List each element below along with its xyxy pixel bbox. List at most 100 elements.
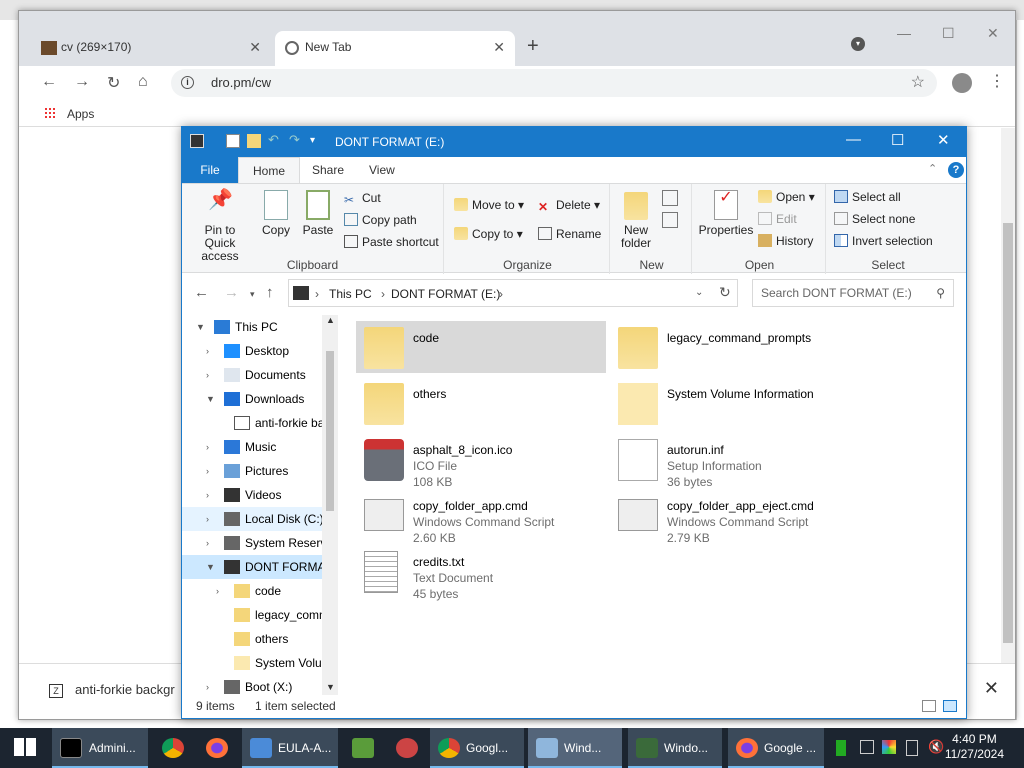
clock[interactable]: 4:40 PM 11/27/2024 xyxy=(945,732,1004,762)
select-all-button[interactable]: Select all xyxy=(834,190,901,204)
taskbar-app-paint[interactable] xyxy=(386,728,428,768)
close-icon[interactable]: ✕ xyxy=(937,131,950,149)
taskbar-app-green[interactable] xyxy=(342,728,384,768)
minimize-icon[interactable]: — xyxy=(897,25,911,41)
recent-locations-icon[interactable]: ▾ xyxy=(250,289,255,300)
forward-icon[interactable]: → xyxy=(224,284,239,301)
invert-selection-button[interactable]: Invert selection xyxy=(834,234,933,248)
navigation-pane-scrollbar[interactable]: ▲ ▼ xyxy=(322,315,338,695)
taskbar-eula[interactable]: EULA-A... xyxy=(242,728,338,768)
properties-button[interactable]: ✓ Properties xyxy=(698,190,754,237)
file-item[interactable]: asphalt_8_icon.ico ICO File 108 KB xyxy=(356,433,606,489)
taskbar-windows-explorer[interactable]: Wind... xyxy=(528,728,622,768)
customize-qa-icon[interactable]: ▾ xyxy=(310,135,324,149)
easy-access-icon[interactable] xyxy=(662,212,678,228)
forward-icon[interactable]: → xyxy=(74,73,90,91)
tab-view[interactable]: View xyxy=(355,157,409,183)
file-item[interactable]: autorun.inf Setup Information 36 bytes xyxy=(610,433,860,489)
browser-menu-icon[interactable]: ⋮ xyxy=(989,71,1005,91)
start-button[interactable] xyxy=(0,728,48,768)
file-item[interactable]: others xyxy=(356,377,606,429)
scrollbar-thumb[interactable] xyxy=(326,351,334,511)
reload-icon[interactable]: ↻ xyxy=(107,73,120,93)
file-item[interactable]: code xyxy=(356,321,606,373)
file-item[interactable]: System Volume Information xyxy=(610,377,860,429)
download-shelf-close-icon[interactable]: ✕ xyxy=(984,678,999,699)
pin-quick-access-button[interactable]: 📌 Pin to Quick access xyxy=(188,190,252,263)
delete-button[interactable]: ✕ Delete ▾ xyxy=(538,198,600,214)
tree-item[interactable]: › Music xyxy=(182,435,322,459)
open-button[interactable]: Open ▾ xyxy=(758,190,815,204)
profile-avatar-icon[interactable] xyxy=(952,73,972,93)
taskbar-admin-cmd[interactable]: Admini... xyxy=(52,728,148,768)
address-bar[interactable]: › This PC › DONT FORMAT (E:) › ⌄ ↻ xyxy=(288,279,738,307)
collapsed-chevron-icon[interactable]: › xyxy=(206,363,209,387)
collapsed-chevron-icon[interactable]: › xyxy=(206,483,209,507)
tree-item[interactable]: › Documents xyxy=(182,363,322,387)
tab-close-icon[interactable]: ✕ xyxy=(493,31,505,64)
tree-item[interactable]: › Boot (X:) xyxy=(182,675,322,695)
browser-tab-new-tab[interactable]: New Tab ✕ xyxy=(275,31,515,66)
browser-scrollbar[interactable] xyxy=(1001,128,1015,663)
collapsed-chevron-icon[interactable]: › xyxy=(206,459,209,483)
collapsed-chevron-icon[interactable]: › xyxy=(206,531,209,555)
tree-item[interactable]: ▼ This PC xyxy=(182,315,322,339)
rename-button[interactable]: Rename xyxy=(538,227,601,241)
tray-color-icon[interactable] xyxy=(882,740,896,754)
taskbar-windows-setup[interactable]: Windo... xyxy=(628,728,722,768)
collapsed-chevron-icon[interactable]: › xyxy=(206,675,209,695)
tab-search-icon[interactable]: ▾ xyxy=(851,37,865,51)
edit-button[interactable]: Edit xyxy=(758,212,797,226)
address-dropdown-icon[interactable]: ⌄ xyxy=(695,287,703,298)
volume-muted-icon[interactable]: 🔇 xyxy=(928,739,944,755)
expanded-chevron-icon[interactable]: ▼ xyxy=(206,555,215,579)
tray-app-icon[interactable] xyxy=(836,740,846,756)
copy-button[interactable]: Copy xyxy=(258,190,294,237)
move-to-button[interactable]: Move to ▾ xyxy=(454,198,524,212)
minimize-icon[interactable]: — xyxy=(846,131,861,148)
scroll-down-icon[interactable]: ▼ xyxy=(326,682,335,692)
tree-item[interactable]: › Local Disk (C:) xyxy=(182,507,322,531)
browser-tab-cv[interactable]: cv (269×170) ✕ xyxy=(31,31,271,66)
file-item[interactable]: copy_folder_app_eject.cmd Windows Command… xyxy=(610,489,860,545)
tree-item[interactable]: ▼ Downloads xyxy=(182,387,322,411)
redo-icon[interactable]: ↷ xyxy=(289,132,303,147)
tab-share[interactable]: Share xyxy=(298,157,358,183)
tree-item[interactable]: › System Reserve xyxy=(182,531,322,555)
collapsed-chevron-icon[interactable]: › xyxy=(216,579,219,603)
tray-app-icon[interactable] xyxy=(860,740,874,754)
tab-home[interactable]: Home xyxy=(238,157,301,183)
close-icon[interactable]: ✕ xyxy=(987,25,999,42)
download-item[interactable]: Zanti-forkie backgr xyxy=(49,682,175,698)
address-bar[interactable]: i dro.pm/cw ☆ xyxy=(171,69,937,97)
maximize-icon[interactable]: ☐ xyxy=(891,131,904,149)
scrollbar-thumb[interactable] xyxy=(1003,223,1013,643)
tree-item[interactable]: › Videos xyxy=(182,483,322,507)
large-icons-view-icon[interactable] xyxy=(943,700,957,712)
new-folder-qa-icon[interactable] xyxy=(247,134,261,148)
properties-qa-icon[interactable] xyxy=(226,134,240,148)
expanded-chevron-icon[interactable]: ▼ xyxy=(196,315,205,339)
collapse-ribbon-icon[interactable]: ⌃ xyxy=(928,162,937,175)
taskbar-firefox[interactable] xyxy=(196,728,238,768)
search-input[interactable]: Search DONT FORMAT (E:) ⚲ xyxy=(752,279,954,307)
taskbar-chrome[interactable] xyxy=(152,728,194,768)
tree-item[interactable]: › Pictures xyxy=(182,459,322,483)
breadcrumb-drive[interactable]: DONT FORMAT (E:) xyxy=(391,287,500,301)
file-item[interactable]: legacy_command_prompts xyxy=(610,321,860,373)
collapsed-chevron-icon[interactable]: › xyxy=(206,507,209,531)
collapsed-chevron-icon[interactable]: › xyxy=(206,435,209,459)
scroll-up-icon[interactable]: ▲ xyxy=(326,315,335,325)
history-button[interactable]: History xyxy=(758,234,813,248)
battery-icon[interactable] xyxy=(906,740,918,756)
paste-shortcut-button[interactable]: Paste shortcut xyxy=(344,235,439,249)
cut-button[interactable]: ✂ Cut xyxy=(344,191,381,207)
breadcrumb-this-pc[interactable]: This PC xyxy=(329,287,372,301)
new-item-icon[interactable] xyxy=(662,190,678,206)
help-icon[interactable]: ? xyxy=(948,162,964,178)
taskbar-firefox-google[interactable]: Google ... xyxy=(728,728,824,768)
tree-item[interactable]: ▼ DONT FORMAT xyxy=(182,555,322,579)
paste-button[interactable]: Paste xyxy=(300,190,336,237)
tree-item[interactable]: › code xyxy=(182,579,322,603)
taskbar-google-chrome[interactable]: Googl... xyxy=(430,728,524,768)
